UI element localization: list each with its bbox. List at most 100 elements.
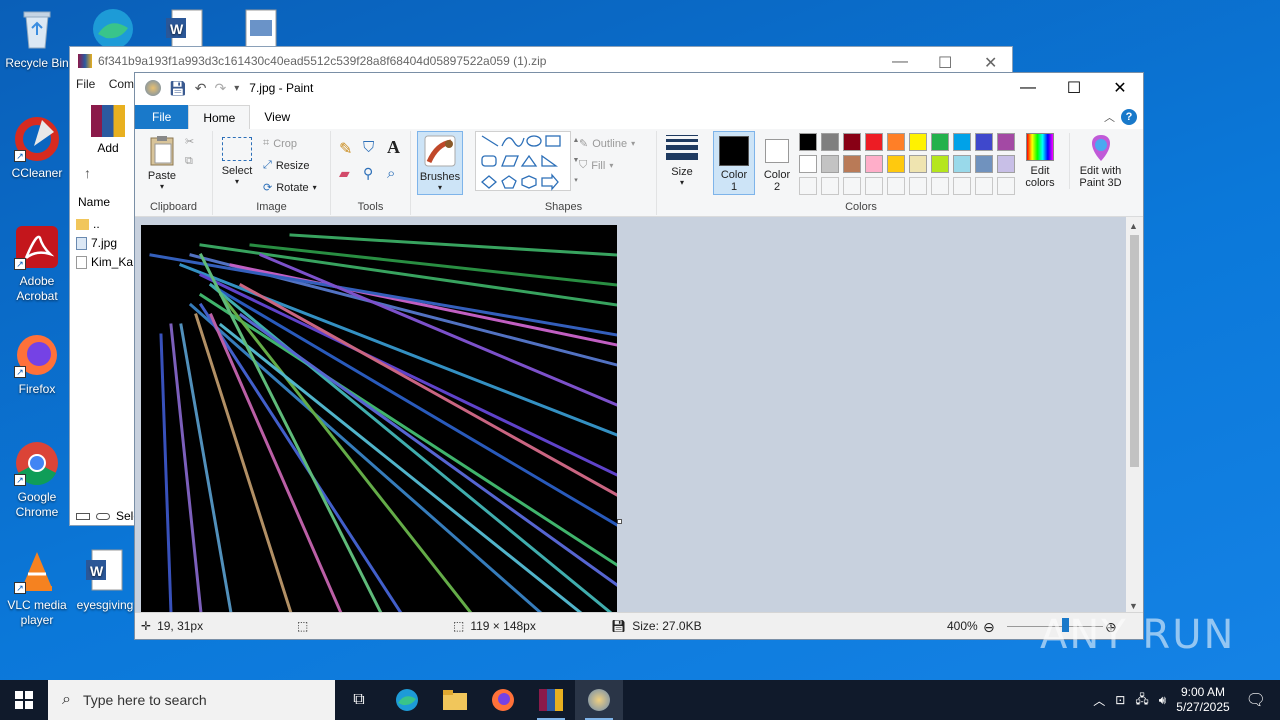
- paint-maximize-button[interactable]: ☐: [1051, 73, 1097, 103]
- collapse-ribbon-icon[interactable]: ︿: [1104, 109, 1115, 125]
- scroll-up-icon[interactable]: ▲: [1129, 221, 1138, 231]
- scroll-down-icon[interactable]: ▼: [1129, 601, 1138, 611]
- taskbar-file-explorer[interactable]: [431, 680, 479, 720]
- winrar-menu-commands[interactable]: Com: [109, 77, 134, 91]
- save-icon[interactable]: 💾︎: [169, 80, 187, 97]
- custom-color-slot[interactable]: [887, 177, 905, 195]
- palette-swatch[interactable]: [887, 155, 905, 173]
- custom-color-slot[interactable]: [821, 177, 839, 195]
- tab-view[interactable]: View: [250, 105, 304, 129]
- custom-color-slot[interactable]: [931, 177, 949, 195]
- palette-swatch[interactable]: [997, 133, 1015, 151]
- desktop-icon-ccleaner[interactable]: ↗ CCleaner: [0, 116, 74, 181]
- taskbar-paint[interactable]: [575, 680, 623, 720]
- palette-swatch[interactable]: [799, 155, 817, 173]
- winrar-col-name[interactable]: Name: [78, 195, 110, 209]
- size-button[interactable]: Size ▾: [663, 133, 701, 187]
- brushes-button[interactable]: Brushes ▾: [417, 131, 463, 195]
- undo-icon[interactable]: ↶: [195, 80, 207, 97]
- crop-button[interactable]: ⌗ Crop: [263, 137, 297, 150]
- palette-swatch[interactable]: [953, 155, 971, 173]
- desktop-icon-chrome[interactable]: ↗ Google Chrome: [0, 440, 74, 520]
- network-status-icon[interactable]: ⊡: [1115, 693, 1125, 707]
- palette-swatch[interactable]: [843, 155, 861, 173]
- fill-button[interactable]: ⛉ Fill ▾: [579, 159, 613, 172]
- winrar-menu-file[interactable]: File: [76, 77, 95, 91]
- help-icon[interactable]: ?: [1121, 109, 1137, 125]
- winrar-up-arrow-icon[interactable]: ↑: [84, 165, 91, 181]
- custom-color-slot[interactable]: [953, 177, 971, 195]
- palette-swatch[interactable]: [909, 133, 927, 151]
- scrollbar-thumb[interactable]: [1130, 235, 1139, 467]
- palette-swatch[interactable]: [953, 133, 971, 151]
- custom-color-slot[interactable]: [975, 177, 993, 195]
- canvas-area[interactable]: [135, 217, 1127, 613]
- show-hidden-icons[interactable]: ︿: [1093, 692, 1105, 709]
- winrar-close-button[interactable]: ✕: [984, 53, 997, 73]
- color2-button[interactable]: Color 2: [759, 131, 795, 195]
- palette-swatch[interactable]: [975, 133, 993, 151]
- vertical-scrollbar[interactable]: ▲ ▼: [1126, 217, 1143, 613]
- cut-button[interactable]: ✂: [185, 135, 194, 148]
- palette-swatch[interactable]: [865, 155, 883, 173]
- palette-swatch[interactable]: [821, 155, 839, 173]
- fill-tool[interactable]: ⛉: [363, 139, 374, 156]
- tab-home[interactable]: Home: [188, 105, 251, 129]
- desktop-icon-eyesgiving[interactable]: W eyesgiving: [68, 548, 142, 613]
- customize-qat-icon[interactable]: ▾: [234, 83, 239, 94]
- resize-button[interactable]: ⤢ Resize: [263, 159, 309, 172]
- winrar-titlebar[interactable]: 6f341b9a193f1a993d3c161430c40ead5512c539…: [70, 47, 1012, 75]
- palette-swatch[interactable]: [931, 133, 949, 151]
- taskbar-search[interactable]: ⌕ Type here to search: [48, 680, 335, 720]
- shapes-gallery[interactable]: [475, 131, 571, 191]
- custom-color-slot[interactable]: [843, 177, 861, 195]
- desktop-icon-recycle-bin[interactable]: Recycle Bin: [0, 6, 74, 71]
- palette-swatch[interactable]: [843, 133, 861, 151]
- color1-button[interactable]: Color 1: [713, 131, 755, 195]
- select-button[interactable]: Select ▾: [219, 135, 255, 186]
- start-button[interactable]: [0, 680, 48, 720]
- paint-minimize-button[interactable]: —: [1005, 73, 1051, 103]
- palette-swatch[interactable]: [909, 155, 927, 173]
- color-picker-tool[interactable]: ⚲: [363, 165, 373, 182]
- desktop-icon-firefox[interactable]: ↗ Firefox: [0, 332, 74, 397]
- outline-button[interactable]: ✎ Outline ▾: [579, 137, 635, 151]
- custom-color-slot[interactable]: [799, 177, 817, 195]
- rotate-button[interactable]: ⟳ Rotate ▾: [263, 181, 317, 195]
- taskbar-winrar[interactable]: [527, 680, 575, 720]
- canvas-resize-handle[interactable]: [617, 519, 622, 524]
- custom-color-slot[interactable]: [865, 177, 883, 195]
- magnifier-tool[interactable]: ⌕: [387, 165, 395, 182]
- tab-file[interactable]: File: [135, 105, 189, 129]
- paint-titlebar[interactable]: 💾︎ ↶ ↷ ▾ 7.jpg - Paint — ☐ ✕: [135, 73, 1143, 103]
- palette-swatch[interactable]: [799, 133, 817, 151]
- edit-with-paint3d-button[interactable]: Edit with Paint 3D: [1069, 133, 1131, 189]
- network-icon[interactable]: 🖧︎: [1135, 690, 1148, 711]
- desktop-icon-vlc[interactable]: ↗ VLC media player: [0, 548, 74, 628]
- image-canvas[interactable]: [141, 225, 617, 613]
- copy-button[interactable]: ⧉: [185, 155, 193, 168]
- paint-window[interactable]: 💾︎ ↶ ↷ ▾ 7.jpg - Paint — ☐ ✕ File Home V…: [134, 72, 1144, 640]
- taskbar-firefox[interactable]: [479, 680, 527, 720]
- desktop-icon-acrobat[interactable]: ↗ Adobe Acrobat: [0, 224, 74, 304]
- zoom-out-button[interactable]: ⊖: [983, 619, 995, 636]
- volume-icon[interactable]: 🔊︎: [1159, 693, 1167, 708]
- list-item[interactable]: 7.jpg: [76, 234, 133, 253]
- palette-swatch[interactable]: [975, 155, 993, 173]
- pencil-tool[interactable]: ✎: [339, 139, 352, 159]
- list-item[interactable]: Kim_Ka: [76, 253, 133, 272]
- palette-swatch[interactable]: [865, 133, 883, 151]
- winrar-minimize-button[interactable]: —: [892, 53, 908, 71]
- paint-close-button[interactable]: ✕: [1097, 73, 1143, 103]
- notifications-icon[interactable]: 🗨︎: [1246, 690, 1266, 710]
- palette-swatch[interactable]: [887, 133, 905, 151]
- clock[interactable]: 9:00 AM 5/27/2025: [1176, 685, 1229, 715]
- palette-swatch[interactable]: [997, 155, 1015, 173]
- edit-colors-button[interactable]: Edit colors: [1019, 133, 1061, 189]
- list-item[interactable]: ..: [76, 215, 133, 234]
- redo-icon[interactable]: ↷: [215, 80, 227, 97]
- palette-swatch[interactable]: [821, 133, 839, 151]
- task-view-button[interactable]: ⧉: [335, 680, 383, 720]
- taskbar-edge[interactable]: [383, 680, 431, 720]
- winrar-maximize-button[interactable]: ☐: [938, 53, 952, 73]
